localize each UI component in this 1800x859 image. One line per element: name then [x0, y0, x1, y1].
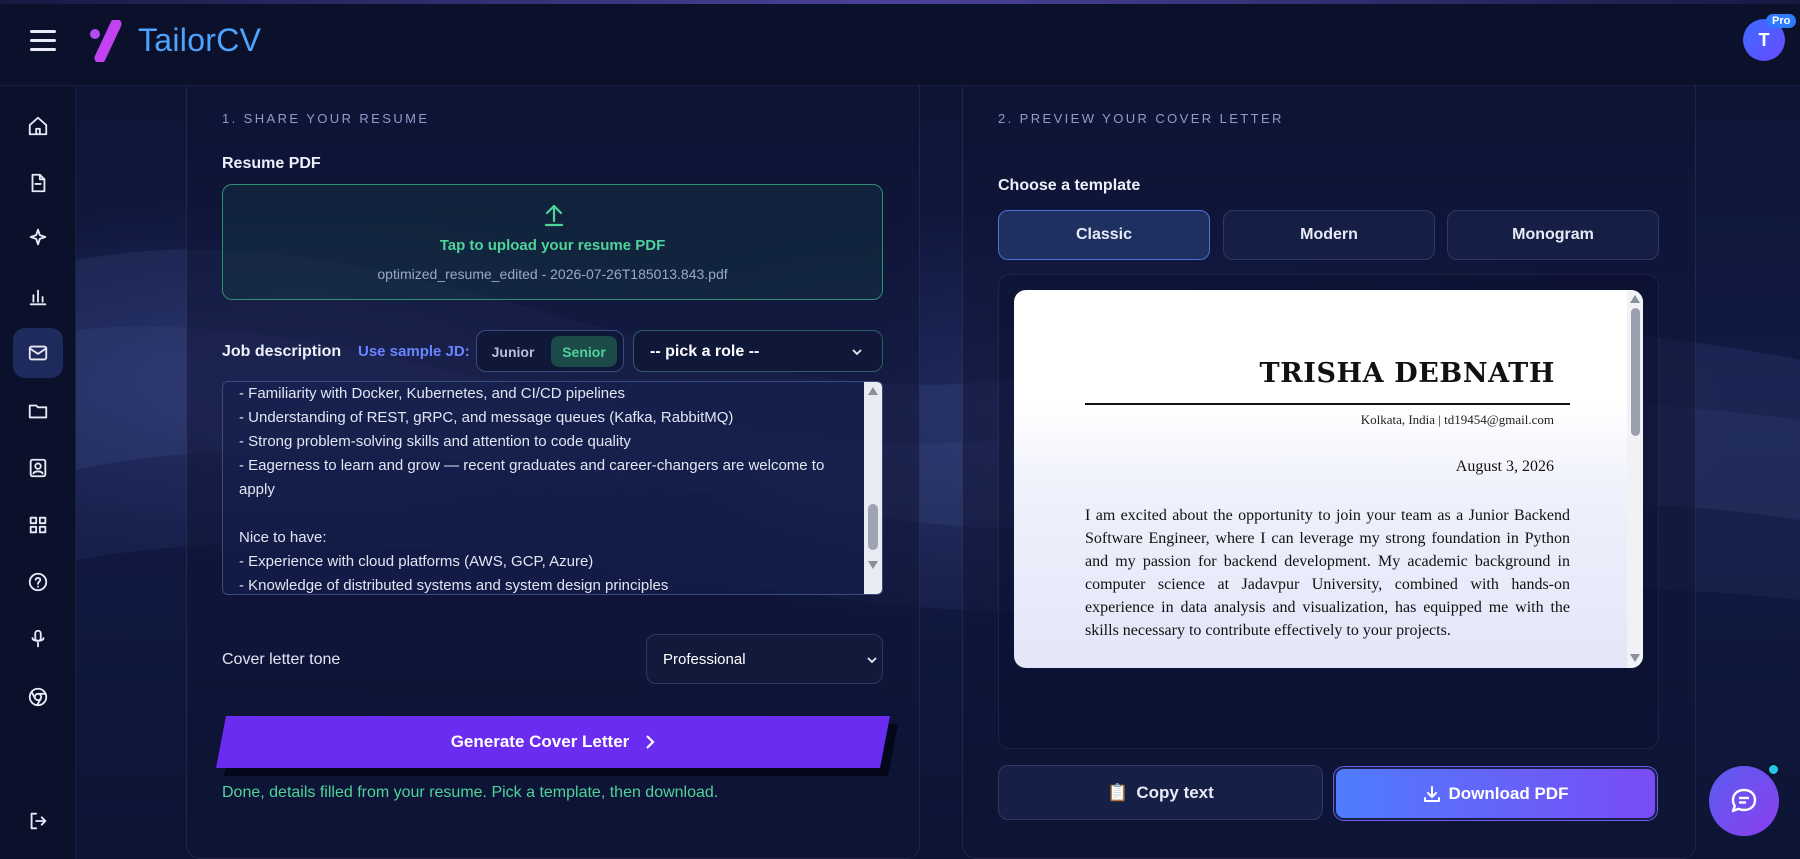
tone-select-value: Professional [663, 651, 746, 668]
download-pdf-label: Download PDF [1448, 783, 1569, 803]
letter-body: I am excited about the opportunity to jo… [1085, 507, 1570, 639]
sidebar-item-documents[interactable] [13, 158, 63, 208]
status-message: Done, details filled from your resume. P… [222, 784, 719, 801]
level-junior-button[interactable]: Junior [483, 336, 543, 367]
logo-icon [90, 20, 122, 62]
letter-date: August 3, 2026 [1455, 458, 1554, 475]
level-toggle: Junior Senior [476, 330, 624, 372]
template-classic-button[interactable]: Classic [998, 210, 1210, 260]
sidebar-item-logout[interactable] [13, 796, 63, 846]
help-icon [28, 572, 48, 592]
upload-icon [544, 204, 564, 227]
template-monogram-button[interactable]: Monogram [1447, 210, 1659, 260]
scroll-down-arrow-icon[interactable] [1630, 654, 1640, 662]
sidebar-item-analytics[interactable] [13, 272, 63, 322]
choose-template-label: Choose a template [998, 177, 1141, 194]
chevron-down-icon [852, 349, 862, 356]
sidebar-item-folders[interactable] [13, 386, 63, 436]
mail-icon [28, 345, 48, 361]
template-modern-button[interactable]: Modern [1223, 210, 1435, 260]
upload-title: Tap to upload your resume PDF [439, 237, 666, 254]
resume-upload-dropzone[interactable]: Tap to upload your resume PDF optimized_… [222, 184, 883, 300]
scrollbar-thumb[interactable] [1631, 308, 1640, 436]
section-title-share-resume: 1. SHARE YOUR RESUME [222, 111, 430, 126]
sidebar-item-ai[interactable] [13, 212, 63, 262]
role-select-value: -- pick a role -- [650, 343, 760, 360]
uploaded-filename: optimized_resume_edited - 2026-07-26T185… [377, 266, 728, 282]
document-icon [31, 173, 46, 193]
jd-line: Nice to have: [239, 529, 327, 546]
section-title-preview: 2. PREVIEW YOUR COVER LETTER [998, 111, 1284, 126]
letter-header-rule [1085, 403, 1570, 405]
jd-line: - Familiarity with Docker, Kubernetes, a… [239, 385, 625, 402]
top-bar: TailorCV T Pro [0, 0, 1800, 86]
jd-line: - Knowledge of distributed systems and s… [239, 577, 669, 594]
preview-scrollbar[interactable] [1627, 290, 1643, 668]
microphone-icon [31, 629, 45, 648]
sidebar [0, 86, 76, 859]
jd-line: - Understanding of REST, gRPC, and messa… [239, 409, 734, 426]
bar-chart-icon [29, 289, 47, 306]
home-icon [28, 116, 48, 136]
scroll-up-arrow-icon[interactable] [868, 387, 878, 395]
chat-icon [1731, 788, 1757, 813]
download-pdf-button[interactable]: Download PDF [1334, 767, 1657, 820]
tone-label: Cover letter tone [222, 651, 341, 668]
scroll-down-arrow-icon[interactable] [868, 561, 878, 569]
letter-name: TRISHA DEBNATH [1259, 358, 1555, 389]
jd-line: - Strong problem-solving skills and atte… [239, 433, 631, 450]
folder-icon [28, 404, 48, 419]
sidebar-item-help[interactable] [13, 557, 63, 607]
role-select[interactable]: -- pick a role -- [633, 330, 883, 372]
generate-cover-letter-button[interactable]: Generate Cover Letter [216, 716, 890, 768]
notification-dot [1767, 763, 1780, 776]
sidebar-item-extension[interactable] [13, 672, 63, 722]
level-senior-button[interactable]: Senior [551, 336, 617, 367]
resume-pdf-label: Resume PDF [222, 155, 321, 172]
sparkle-icon [29, 228, 47, 246]
tone-select[interactable]: Professional [646, 634, 883, 684]
chat-assistant-button[interactable] [1709, 766, 1779, 836]
pro-badge: Pro [1766, 14, 1797, 28]
job-description-textarea[interactable]: - Familiarity with Docker, Kubernetes, a… [222, 381, 883, 595]
job-description-label: Job description [222, 343, 342, 360]
chrome-icon [28, 687, 48, 707]
textarea-scrollbar[interactable] [864, 382, 882, 594]
contact-card-icon [29, 458, 47, 478]
sidebar-item-home[interactable] [13, 101, 63, 151]
use-sample-jd-label: Use sample JD: [358, 343, 470, 360]
sidebar-item-cover-letter[interactable] [13, 328, 63, 378]
jd-line: - Experience with cloud platforms (AWS, … [239, 553, 594, 570]
sidebar-item-interview[interactable] [13, 614, 63, 664]
sidebar-item-templates[interactable] [13, 500, 63, 550]
jd-line: apply [239, 481, 275, 498]
sidebar-item-profile[interactable] [13, 443, 63, 493]
scrollbar-thumb[interactable] [868, 504, 878, 550]
jd-line: - Eagerness to learn and grow — recent g… [239, 457, 825, 474]
chevron-down-icon [867, 657, 877, 664]
cover-letter-preview[interactable]: TRISHA DEBNATH Kolkata, India | td19454@… [1014, 290, 1643, 668]
copy-text-label: Copy text [1136, 782, 1214, 802]
app-name[interactable]: TailorCV [138, 22, 261, 59]
grid-icon [29, 516, 47, 534]
chevron-right-icon [645, 735, 655, 749]
logout-icon [30, 812, 47, 830]
generate-button-label: Generate Cover Letter [450, 732, 630, 751]
download-icon [1423, 785, 1440, 802]
hamburger-menu-icon[interactable] [30, 30, 56, 54]
clipboard-icon: 📋 [1107, 782, 1129, 802]
letter-contact: Kolkata, India | td19454@gmail.com [1360, 412, 1554, 427]
copy-text-button[interactable]: 📋 Copy text [998, 765, 1323, 820]
scroll-up-arrow-icon[interactable] [1630, 295, 1640, 303]
